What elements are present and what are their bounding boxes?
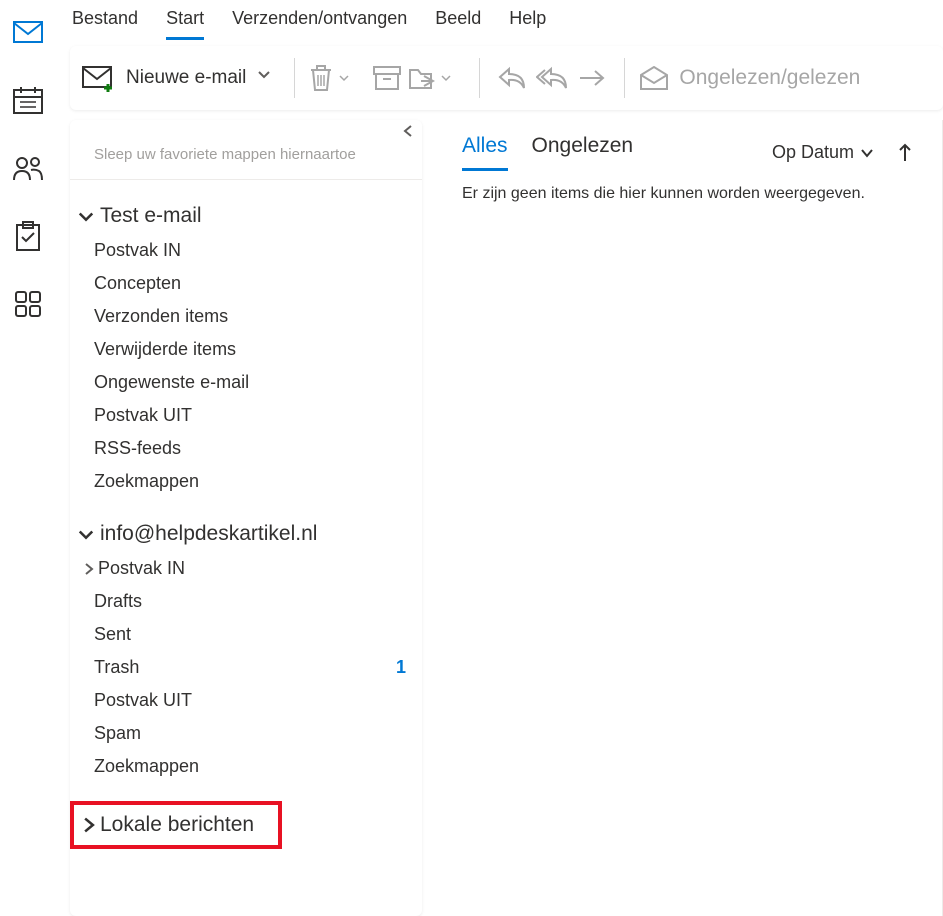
- chevron-down-icon: [76, 524, 96, 544]
- archive-button[interactable]: [369, 60, 405, 96]
- tab-unread[interactable]: Ongelezen: [532, 134, 634, 171]
- read-unread-button[interactable]: Ongelezen/gelezen: [639, 66, 860, 90]
- read-unread-label: Ongelezen/gelezen: [679, 66, 860, 90]
- folder-verwijderde[interactable]: Verwijderde items: [70, 333, 422, 366]
- account-name: info@helpdeskartikel.nl: [100, 522, 317, 546]
- menu-start[interactable]: Start: [166, 8, 204, 40]
- chevron-down-icon: [76, 206, 96, 226]
- new-mail-button[interactable]: Nieuwe e-mail: [82, 66, 280, 90]
- separator: [624, 58, 625, 98]
- reply-all-button[interactable]: [534, 60, 570, 96]
- account-header[interactable]: Test e-mail: [70, 198, 422, 234]
- calendar-icon[interactable]: [12, 84, 44, 116]
- account-header[interactable]: info@helpdeskartikel.nl: [70, 516, 422, 552]
- folder-verzonden[interactable]: Verzonden items: [70, 300, 422, 333]
- tasks-icon[interactable]: [12, 220, 44, 252]
- account-test-email: Test e-mail Postvak IN Concepten Verzond…: [70, 180, 422, 498]
- favorites-hint: Sleep uw favoriete mappen hiernaartoe: [70, 138, 422, 180]
- new-mail-icon: [82, 66, 114, 90]
- menu-verzenden[interactable]: Verzenden/ontvangen: [232, 8, 407, 37]
- folder-postvak-in2[interactable]: Postvak IN: [70, 552, 422, 585]
- folder-ongewenste[interactable]: Ongewenste e-mail: [70, 366, 422, 399]
- folder-concepten[interactable]: Concepten: [70, 267, 422, 300]
- folder-pane: Sleep uw favoriete mappen hiernaartoe Te…: [70, 120, 422, 916]
- local-messages-highlight[interactable]: Lokale berichten: [70, 801, 282, 849]
- mail-icon[interactable]: [12, 16, 44, 48]
- menu-bestand[interactable]: Bestand: [72, 8, 138, 37]
- menu-beeld[interactable]: Beeld: [435, 8, 481, 37]
- reply-button[interactable]: [494, 60, 530, 96]
- chevron-right-icon: [80, 816, 98, 834]
- separator: [479, 58, 480, 98]
- people-icon[interactable]: [12, 152, 44, 184]
- folder-postvak-uit[interactable]: Postvak UIT: [70, 399, 422, 432]
- delete-button[interactable]: [309, 60, 365, 96]
- collapse-pane-icon[interactable]: [402, 124, 414, 138]
- folder-zoekmappen[interactable]: Zoekmappen: [70, 465, 422, 498]
- separator: [294, 58, 295, 98]
- local-messages-label: Lokale berichten: [100, 813, 254, 837]
- sort-arrow-up-icon[interactable]: [898, 143, 912, 163]
- account-info-helpdesk: info@helpdeskartikel.nl Postvak IN Draft…: [70, 498, 422, 783]
- chevron-down-icon: [860, 148, 874, 158]
- menu-bar: Bestand Start Verzenden/ontvangen Beeld …: [56, 0, 943, 42]
- folder-rss[interactable]: RSS-feeds: [70, 432, 422, 465]
- folder-zoekmappen2[interactable]: Zoekmappen: [70, 750, 422, 783]
- folder-postvak-in[interactable]: Postvak IN: [70, 234, 422, 267]
- empty-list-message: Er zijn geen items die hier kunnen worde…: [442, 171, 942, 203]
- folder-sent[interactable]: Sent: [70, 618, 422, 651]
- sort-label: Op Datum: [772, 142, 854, 163]
- apps-icon[interactable]: [12, 288, 44, 320]
- folder-postvak-uit2[interactable]: Postvak UIT: [70, 684, 422, 717]
- move-button[interactable]: [409, 60, 465, 96]
- sort-dropdown[interactable]: Op Datum: [772, 142, 912, 163]
- unread-count: 1: [396, 657, 406, 678]
- tab-all[interactable]: Alles: [462, 134, 508, 171]
- folder-drafts[interactable]: Drafts: [70, 585, 422, 618]
- nav-rail: [0, 0, 56, 916]
- account-name: Test e-mail: [100, 204, 202, 228]
- folder-spam[interactable]: Spam: [70, 717, 422, 750]
- chevron-right-icon: [82, 562, 96, 576]
- folder-trash[interactable]: Trash1: [70, 651, 422, 684]
- message-list-pane: Alles Ongelezen Op Datum Er zijn geen it…: [442, 120, 943, 916]
- new-mail-label: Nieuwe e-mail: [126, 67, 246, 89]
- forward-button[interactable]: [574, 60, 610, 96]
- chevron-down-icon[interactable]: [258, 71, 272, 85]
- menu-help[interactable]: Help: [509, 8, 546, 37]
- ribbon-toolbar: Nieuwe e-mail On: [70, 46, 943, 110]
